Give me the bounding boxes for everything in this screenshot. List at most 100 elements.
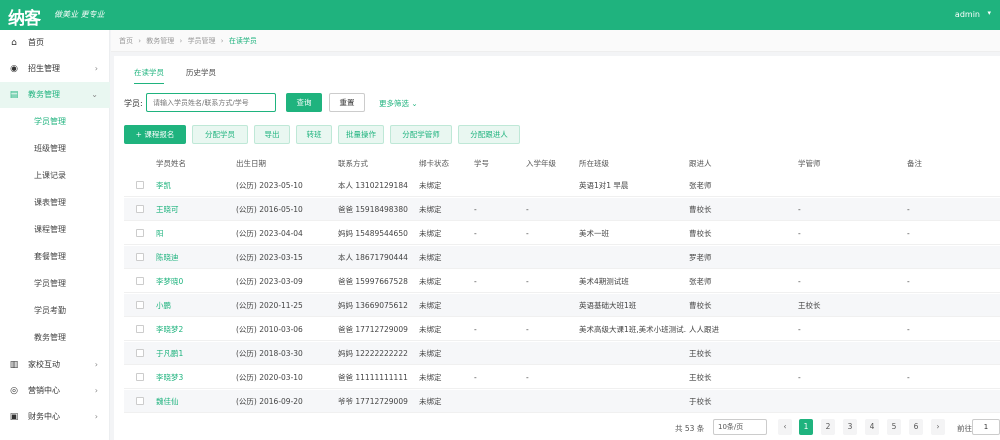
row-checkbox[interactable] [136, 325, 144, 333]
sidebar-subitem[interactable]: 课表管理 [0, 190, 110, 216]
cell-name[interactable]: 于凡鹏1 [156, 342, 234, 365]
table-row[interactable]: 李梦晓0 (公历) 2023-03-09 爸爸 15997667528 未绑定 - - 美术… [124, 270, 1000, 293]
cell-name[interactable]: 小鹏 [156, 294, 234, 317]
table-row[interactable]: 阳 (公历) 2023-04-04 妈妈 15489544650 未绑定 - - 美术一班 曹… [124, 222, 1000, 245]
query-button[interactable]: 查询 [286, 93, 322, 112]
table-row[interactable]: 魏佳仙 (公历) 2016-09-20 爷爷 17712729009 未绑定 于校长 [124, 390, 1000, 413]
sidebar-item-label: 营销中心 [28, 386, 60, 395]
reset-button[interactable]: 重置 [329, 93, 365, 112]
search-input[interactable] [146, 93, 276, 112]
cell-mgr [798, 174, 906, 197]
row-checkbox[interactable] [136, 181, 144, 189]
page-button[interactable]: 4 [865, 419, 879, 435]
academic-icon: ▤ [9, 90, 19, 100]
brand-logo[interactable]: 纳客 [8, 4, 41, 29]
sidebar-subitem[interactable]: 学员管理 [0, 109, 110, 135]
breadcrumb-item[interactable]: 首页 [119, 37, 133, 45]
sidebar-subitem[interactable]: 套餐管理 [0, 244, 110, 270]
table-row[interactable]: 李凯 (公历) 2023-05-10 本人 13102129184 未绑定 英语1对1 … [124, 174, 1000, 197]
cell-name[interactable]: 李梦晓0 [156, 270, 234, 293]
chevron-down-icon[interactable]: ▾ [987, 9, 991, 17]
cell-follow: 曹校长 [689, 229, 712, 238]
sidebar-item-academic[interactable]: ▤ 教务管理 ⌄ [0, 82, 110, 108]
cell-phone: 爸爸 17712729009 [338, 325, 408, 334]
more-filters-link[interactable]: 更多筛选 ⌄ [379, 98, 418, 109]
marketing-icon: ◎ [10, 386, 18, 396]
page-button[interactable]: 1 [799, 419, 813, 435]
row-checkbox[interactable] [136, 205, 144, 213]
main-panel: 在读学员 历史学员 学员: 查询 重置 更多筛选 ⌄ + 课程报名 分配学员 导… [114, 56, 1000, 440]
cell-phone: 本人 13102129184 [338, 181, 408, 190]
sidebar-item-label: 家校互动 [28, 360, 60, 369]
next-page-button[interactable]: › [931, 419, 945, 435]
column-header: 学号 [474, 159, 489, 168]
cell-name[interactable]: 王晓可 [156, 198, 234, 221]
course-enroll-button[interactable]: + 课程报名 [124, 125, 186, 144]
chevron-right-icon: › [94, 360, 98, 369]
assign-manager-button[interactable]: 分配学管师 [390, 125, 452, 144]
batch-actions-button[interactable]: 批量操作 [338, 125, 384, 144]
page-button[interactable]: 2 [821, 419, 835, 435]
chevron-right-icon: › [94, 386, 98, 395]
assign-students-button[interactable]: 分配学员 [192, 125, 248, 144]
sidebar-subitem[interactable]: 学员管理 [0, 271, 110, 297]
assign-follower-button[interactable]: 分配跟进人 [458, 125, 520, 144]
row-checkbox[interactable] [136, 373, 144, 381]
sidebar-item-home-school[interactable]: ▥ 家校互动 › [0, 352, 110, 378]
page-button[interactable]: 5 [887, 419, 901, 435]
cell-name[interactable]: 阳 [156, 222, 234, 245]
cell-phone: 妈妈 12222222222 [338, 349, 408, 358]
cell-class [579, 246, 687, 269]
row-checkbox[interactable] [136, 397, 144, 405]
sidebar-subitem[interactable]: 上课记录 [0, 163, 110, 189]
table-row[interactable]: 于凡鹏1 (公历) 2018-03-30 妈妈 12222222222 未绑定 王校长 [124, 342, 1000, 365]
row-checkbox[interactable] [136, 229, 144, 237]
page-button[interactable]: 3 [843, 419, 857, 435]
cell-class: 美术一班 [579, 229, 609, 238]
sidebar-subitem[interactable]: 教务管理 [0, 325, 110, 351]
prev-page-button[interactable]: ‹ [778, 419, 792, 435]
table-row[interactable]: 小鹏 (公历) 2020-11-25 妈妈 13669075612 未绑定 英语基础大班… [124, 294, 1000, 317]
sidebar-item-enrollment[interactable]: ◉ 招生管理 › [0, 56, 110, 82]
column-header: 所在班级 [579, 159, 609, 168]
cell-phone: 爷爷 17712729009 [338, 397, 408, 406]
goto-page-input[interactable]: 1 [972, 419, 1000, 435]
row-checkbox[interactable] [136, 277, 144, 285]
user-menu[interactable]: admin [955, 10, 980, 19]
breadcrumb-item[interactable]: 教务管理 [146, 37, 174, 45]
cell-name[interactable]: 陈晓迪 [156, 246, 234, 269]
sidebar-subitem[interactable]: 课程管理 [0, 217, 110, 243]
row-checkbox[interactable] [136, 301, 144, 309]
table-row[interactable]: 李晓梦3 (公历) 2020-03-10 爸爸 11111111111 未绑定 - - 王校… [124, 366, 1000, 389]
row-checkbox[interactable] [136, 349, 144, 357]
cell-name[interactable]: 李凯 [156, 174, 234, 197]
row-checkbox[interactable] [136, 253, 144, 261]
chevron-right-icon: › [94, 64, 98, 73]
sidebar-item-home[interactable]: ⌂ 首页 [0, 30, 110, 56]
breadcrumb-item[interactable]: 学员管理 [188, 37, 216, 45]
sidebar-item-marketing[interactable]: ◎ 营销中心 › [0, 378, 110, 404]
table-row[interactable]: 王晓可 (公历) 2016-05-10 爸爸 15918498380 未绑定 - - 曹校长… [124, 198, 1000, 221]
sidebar-item-finance[interactable]: ▣ 财务中心 › [0, 404, 110, 430]
sidebar-subitem[interactable]: 学员考勤 [0, 298, 110, 324]
sidebar-item-label: 招生管理 [28, 64, 60, 73]
cell-follow: 曹校长 [689, 301, 712, 310]
page-button[interactable]: 6 [909, 419, 923, 435]
cell-status: 未绑定 [419, 325, 442, 334]
cell-follow: 王校长 [689, 373, 712, 382]
sidebar-subitem[interactable]: 班级管理 [0, 136, 110, 162]
cell-class [579, 390, 687, 413]
cell-name[interactable]: 李晓梦2 [156, 318, 234, 341]
tab-current-students[interactable]: 在读学员 [134, 66, 164, 84]
tab-history-students[interactable]: 历史学员 [186, 66, 216, 84]
page-size-select[interactable]: 10条/页 [713, 419, 767, 435]
export-button[interactable]: 导出 [254, 125, 290, 144]
table-row[interactable]: 李晓梦2 (公历) 2010-03-06 爸爸 17712729009 未绑定 - - 美术… [124, 318, 1000, 341]
cell-name[interactable]: 李晓梦3 [156, 366, 234, 389]
transfer-class-button[interactable]: 转班 [296, 125, 332, 144]
cell-mgr: - [798, 373, 801, 382]
cell-mgr [798, 246, 906, 269]
table-row[interactable]: 陈晓迪 (公历) 2023-03-15 本人 18671790444 未绑定 罗老师 [124, 246, 1000, 269]
cell-name[interactable]: 魏佳仙 [156, 390, 234, 413]
cell-phone: 妈妈 13669075612 [338, 301, 408, 310]
